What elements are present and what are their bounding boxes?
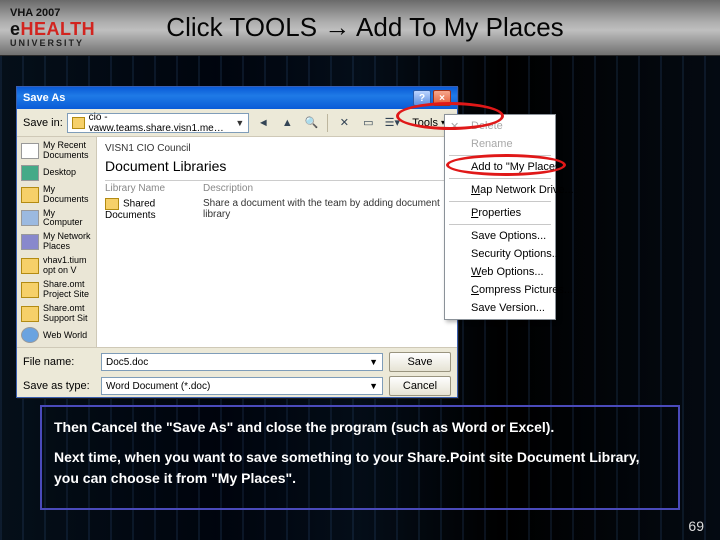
- menu-item[interactable]: Web Options...: [445, 263, 555, 281]
- views-icon[interactable]: ☰▾: [382, 113, 402, 133]
- place-custom-3[interactable]: Share.omt Support Sit: [19, 302, 94, 326]
- saveastype-label: Save as type:: [23, 380, 95, 392]
- menu-item[interactable]: Security Options...: [445, 245, 555, 263]
- note-line-2: Next time, when you want to save somethi…: [54, 447, 666, 488]
- page-number: 69: [688, 518, 704, 534]
- place-web[interactable]: Web World: [19, 325, 94, 345]
- close-button[interactable]: ×: [433, 90, 451, 106]
- ehealth-logo: VHA 2007 eHEALTH UNIVERSITY: [10, 5, 150, 51]
- saveastype-field[interactable]: Word Document (*.doc)▼: [101, 377, 383, 395]
- dialog-titlebar[interactable]: Save As ? ×: [17, 87, 457, 109]
- slide-title: Click TOOLS → Add To My Places: [150, 12, 720, 43]
- menu-item[interactable]: Map Network Drive...: [445, 181, 555, 199]
- places-bar: My Recent Documents Desktop My Documents…: [17, 137, 97, 369]
- col-desc: Description: [203, 183, 253, 194]
- menu-item[interactable]: Properties: [445, 204, 555, 222]
- save-as-dialog: Save As ? × Save in: cio - vaww.teams.sh…: [16, 86, 458, 398]
- place-desktop[interactable]: Desktop: [19, 163, 94, 183]
- up-icon[interactable]: ▲: [277, 113, 297, 133]
- place-mydocs[interactable]: My Documents: [19, 183, 94, 207]
- help-button[interactable]: ?: [413, 90, 431, 106]
- dialog-title: Save As: [23, 92, 411, 104]
- folder-icon: [105, 198, 119, 210]
- search-icon[interactable]: 🔍: [301, 113, 321, 133]
- tools-menu: ✕DeleteRename Add to "My Places" Map Netwo…: [444, 114, 556, 320]
- place-recent[interactable]: My Recent Documents: [19, 139, 94, 163]
- breadcrumb: VISN1 CIO Council: [105, 143, 449, 154]
- filename-label: File name:: [23, 356, 95, 368]
- library-item[interactable]: Shared Documents Share a document with t…: [105, 198, 449, 221]
- menu-item[interactable]: Add to "My Places": [445, 158, 555, 176]
- menu-item: Rename: [445, 135, 555, 153]
- place-network[interactable]: My Network Places: [19, 230, 94, 254]
- delete-icon: ✕: [450, 120, 464, 132]
- place-custom-2[interactable]: Share.omt Project Site: [19, 278, 94, 302]
- save-in-label: Save in:: [23, 117, 63, 129]
- dialog-content: VISN1 CIO Council Document Libraries Lib…: [97, 137, 457, 369]
- slide-header: VHA 2007 eHEALTH UNIVERSITY Click TOOLS …: [0, 0, 720, 56]
- cancel-button[interactable]: Cancel: [389, 376, 451, 396]
- save-in-field[interactable]: cio - vaww.teams.share.visn1.me… ▼: [67, 113, 250, 133]
- place-mycomputer[interactable]: My Computer: [19, 207, 94, 231]
- save-button[interactable]: Save: [389, 352, 451, 372]
- place-custom-1[interactable]: vhav1.tium opt on V: [19, 254, 94, 278]
- menu-item[interactable]: Save Version...: [445, 299, 555, 317]
- delete-icon[interactable]: ✕: [334, 113, 354, 133]
- menu-item[interactable]: Compress Pictures...: [445, 281, 555, 299]
- doclib-heading: Document Libraries: [105, 158, 449, 174]
- folder-icon: [72, 117, 85, 129]
- menu-item[interactable]: Save Options...: [445, 227, 555, 245]
- logo-sub: UNIVERSITY: [10, 38, 95, 48]
- save-in-value: cio - vaww.teams.share.visn1.me…: [89, 112, 232, 134]
- new-folder-icon[interactable]: ▭: [358, 113, 378, 133]
- menu-item: ✕Delete: [445, 117, 555, 135]
- filename-field[interactable]: Doc5.doc▼: [101, 353, 383, 371]
- chevron-down-icon[interactable]: ▼: [235, 118, 244, 128]
- note-line-1: Then Cancel the "Save As" and close the …: [54, 417, 666, 437]
- col-name: Library Name: [105, 183, 191, 194]
- instruction-box: Then Cancel the "Save As" and close the …: [40, 405, 680, 510]
- logo-year: VHA 2007: [10, 8, 95, 19]
- nav-toolbar: Save in: cio - vaww.teams.share.visn1.me…: [17, 109, 457, 137]
- back-icon[interactable]: ◄: [253, 113, 273, 133]
